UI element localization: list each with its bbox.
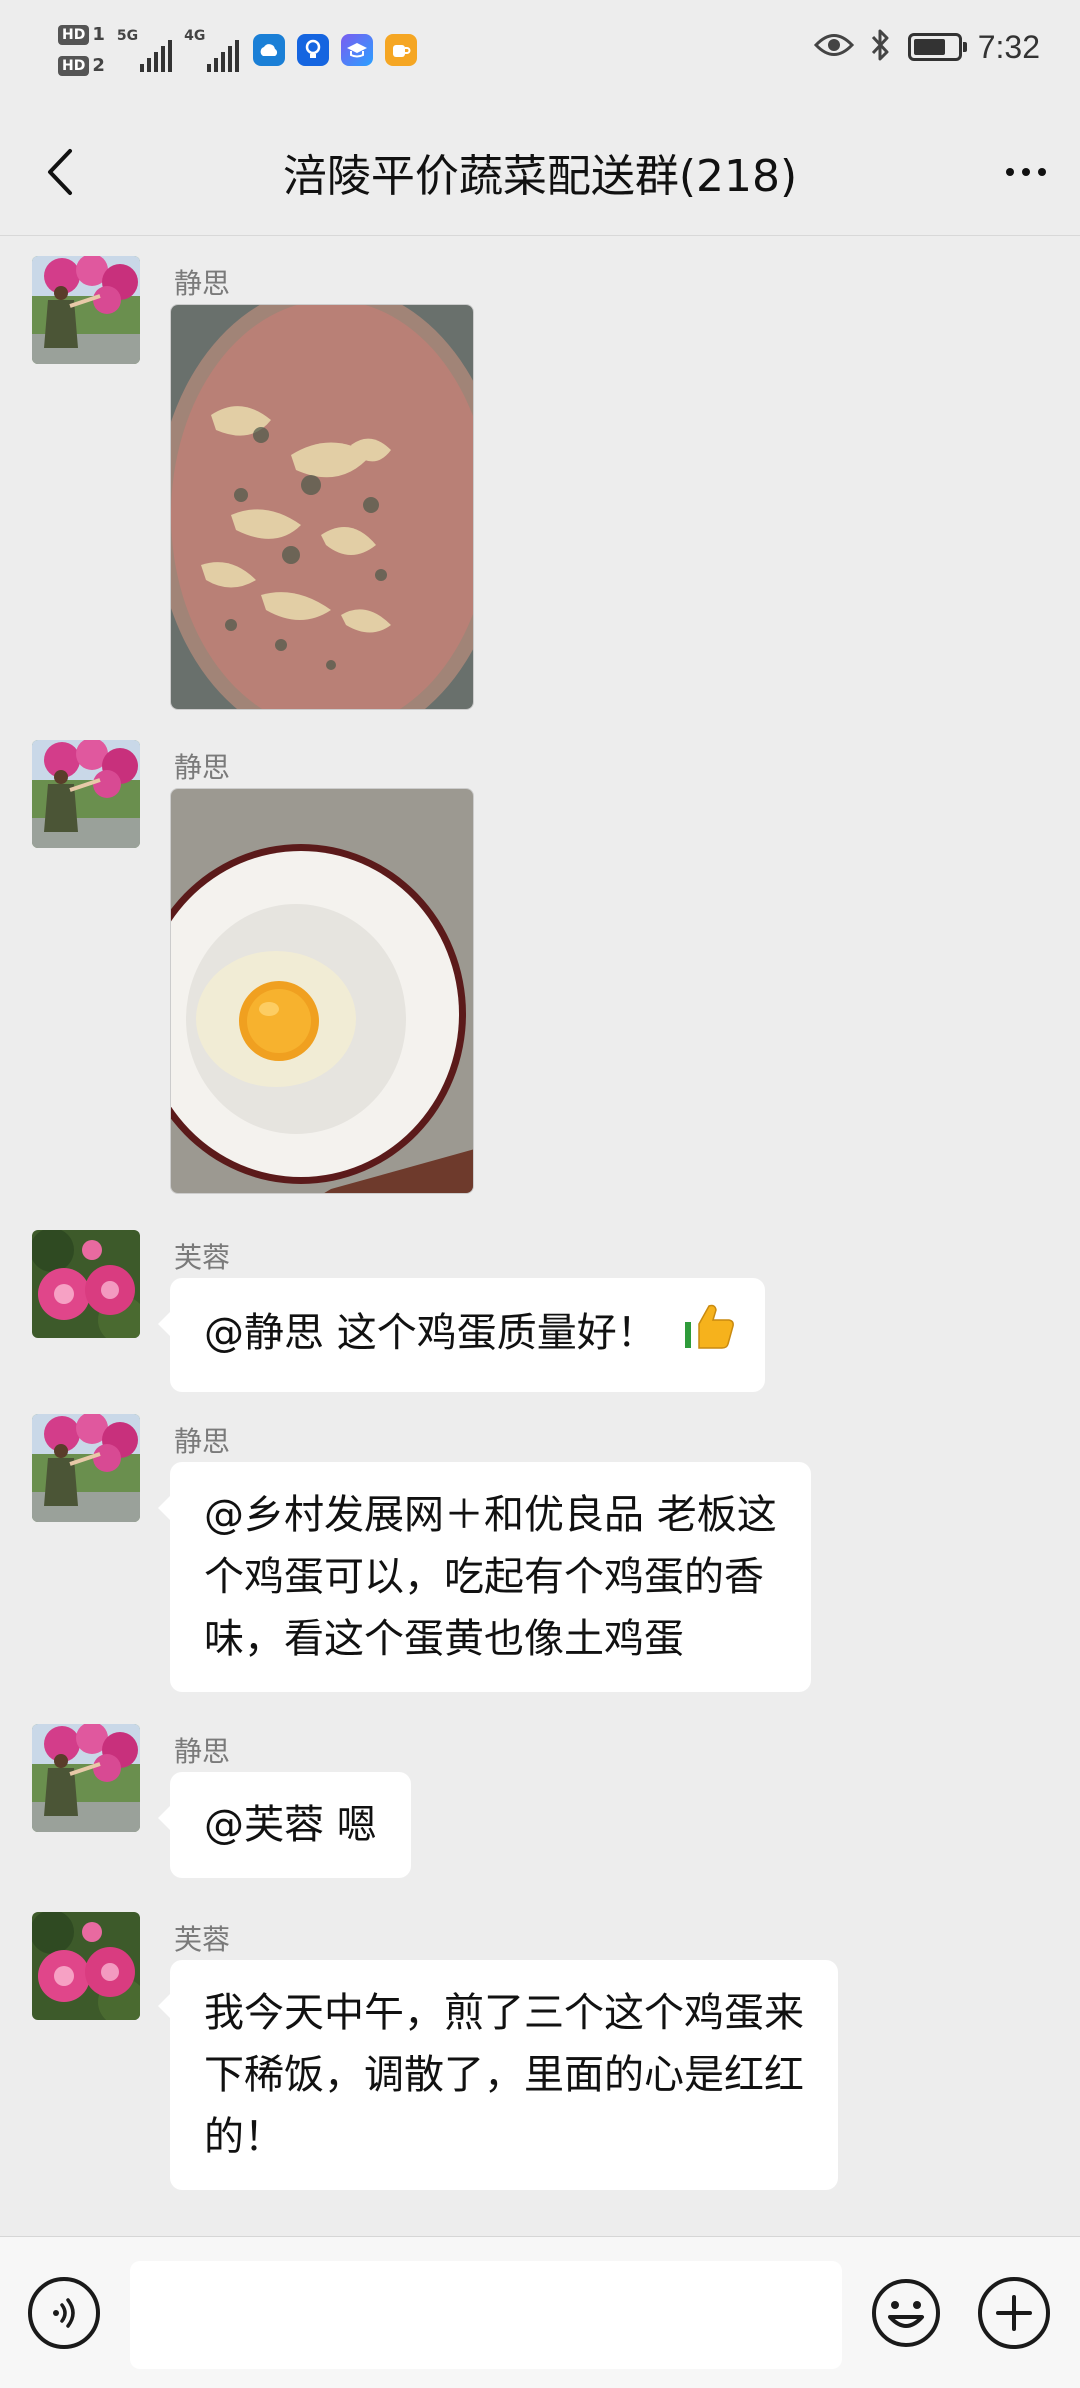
- voice-icon: [53, 2298, 75, 2328]
- avatar-image: [32, 1724, 140, 1832]
- education-app-icon: [341, 34, 374, 66]
- message-item: 静思 @芙蓉 嗯: [32, 1724, 1032, 1884]
- eye-icon: [813, 32, 854, 62]
- avatar[interactable]: [32, 1414, 140, 1522]
- thumbs-up-icon: [683, 1300, 735, 1370]
- dot-icon: [1006, 168, 1014, 176]
- avatar-image: [32, 740, 140, 848]
- message-text-line: 下稀饭，调散了，里面的心是红红: [204, 2052, 804, 2098]
- input-bar: [0, 2236, 1080, 2388]
- dot-icon: [1022, 168, 1030, 176]
- soup-photo-image: [171, 305, 473, 709]
- signal-4g: 4G: [184, 28, 240, 72]
- sim-indicators: HD 1 HD 2: [58, 24, 105, 76]
- message-bubble[interactable]: @静思 这个鸡蛋质量好！: [157, 1278, 766, 1392]
- network-5g-label: 5G: [116, 28, 139, 44]
- sim2-indicator: HD 2: [58, 55, 105, 76]
- sim1-number: 1: [92, 24, 105, 45]
- network-4g-label: 4G: [184, 28, 206, 44]
- weather-app-icon: [253, 34, 286, 66]
- message-text-line: 个鸡蛋可以，吃起有个鸡蛋的香: [204, 1554, 764, 1600]
- egg-bowl-photo[interactable]: [170, 788, 474, 1194]
- sender-name: 静思: [174, 1735, 231, 1768]
- more-functions-button[interactable]: [978, 2277, 1050, 2349]
- sender-name: 静思: [174, 751, 231, 784]
- avatar[interactable]: [32, 740, 140, 848]
- message-input[interactable]: [130, 2261, 842, 2369]
- sender-name: 芙蓉: [174, 1923, 231, 1956]
- status-time: 7:32: [977, 28, 1040, 65]
- back-button[interactable]: [30, 142, 90, 202]
- dot-icon: [1038, 168, 1046, 176]
- avatar[interactable]: [32, 1912, 140, 2020]
- message-bubble[interactable]: @乡村发展网＋和优良品 老板这 个鸡蛋可以，吃起有个鸡蛋的香 味，看这个蛋黄也像…: [158, 1462, 811, 1692]
- sim1-hd-label: HD: [58, 24, 90, 45]
- soup-photo[interactable]: [170, 304, 474, 710]
- message-item: 芙蓉 我今天中午，煎了三个这个鸡蛋来 下稀饭，调散了，里面的心是红红 的！: [32, 1912, 1032, 2202]
- message-text-line: 我今天中午，煎了三个这个鸡蛋来: [204, 1990, 804, 2036]
- notification-app-icons: [253, 34, 418, 66]
- avatar-image: [32, 1230, 140, 1338]
- message-text: @静思 这个鸡蛋质量好！: [204, 1310, 657, 1356]
- avatar-image: [32, 1912, 140, 2020]
- battery-level: [913, 39, 946, 55]
- chat-header: 涪陵平价蔬菜配送群(218): [0, 108, 1080, 236]
- battery-icon: [907, 33, 967, 61]
- message-item: 静思 @乡村发展网＋和优良品 老板这 个鸡蛋可以，吃起有个鸡蛋的香 味，看这个蛋…: [32, 1414, 1032, 1694]
- avatar[interactable]: [32, 1724, 140, 1832]
- message-bubble[interactable]: 我今天中午，煎了三个这个鸡蛋来 下稀饭，调散了，里面的心是红红 的！: [158, 1960, 838, 2190]
- bluetooth-icon: [870, 28, 892, 66]
- message-text-line: 的！: [204, 2114, 284, 2160]
- sim2-hd-label: HD: [58, 55, 90, 76]
- egg-bowl-photo-image: [171, 789, 473, 1193]
- status-right: 7:32: [813, 28, 1040, 66]
- more-options-button[interactable]: [996, 142, 1056, 202]
- message-text-line: @乡村发展网＋和优良品 老板这: [204, 1492, 777, 1538]
- signal-bars-icon: [207, 38, 240, 72]
- voice-input-button[interactable]: [28, 2277, 100, 2349]
- sender-name: 芙蓉: [174, 1241, 231, 1274]
- sim1-indicator: HD 1: [58, 24, 105, 45]
- avatar-image: [32, 256, 140, 364]
- avatar[interactable]: [32, 1230, 140, 1338]
- message-text-line: 味，看这个蛋黄也像土鸡蛋: [204, 1616, 684, 1662]
- sender-name: 静思: [174, 267, 231, 300]
- status-left: HD 1 HD 2 5G 4G: [58, 24, 418, 76]
- message-text: @芙蓉 嗯: [204, 1802, 377, 1848]
- smiley-icon: [872, 2279, 940, 2347]
- cup-app-icon: [385, 34, 418, 66]
- bulb-app-icon: [297, 34, 330, 66]
- sim2-number: 2: [92, 55, 105, 76]
- signal-bars-icon: [140, 38, 173, 72]
- avatar-image: [32, 1414, 140, 1522]
- signal-5g: 5G: [116, 28, 173, 72]
- message-bubble[interactable]: @芙蓉 嗯: [158, 1772, 411, 1878]
- sender-name: 静思: [174, 1425, 231, 1458]
- plus-icon: [996, 2295, 1032, 2331]
- message-item: 芙蓉 @静思 这个鸡蛋质量好！: [32, 1230, 1032, 1392]
- emoji-button[interactable]: [870, 2277, 942, 2349]
- message-item: 静思: [32, 256, 1032, 716]
- chat-title: 涪陵平价蔬菜配送群(218): [282, 150, 798, 202]
- chevron-left-icon: [48, 149, 72, 195]
- avatar[interactable]: [32, 256, 140, 364]
- message-item: 静思: [32, 740, 1032, 1200]
- status-bar: HD 1 HD 2 5G 4G 7:32: [0, 0, 1080, 108]
